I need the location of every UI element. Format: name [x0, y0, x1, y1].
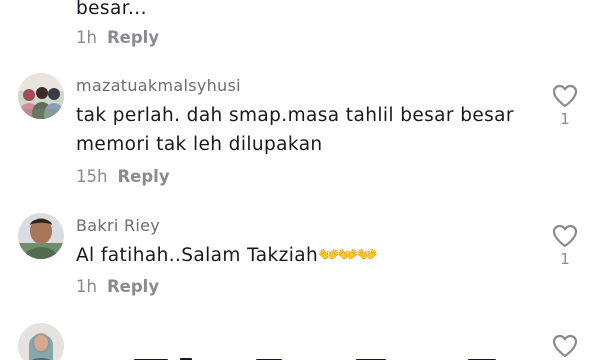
- heart-outline-icon: [552, 224, 578, 248]
- reply-button[interactable]: Reply: [107, 277, 159, 296]
- comment-time: 1h: [76, 28, 97, 47]
- reply-button[interactable]: Reply: [107, 28, 159, 47]
- avatar[interactable]: [18, 73, 64, 119]
- reply-button[interactable]: Reply: [117, 167, 169, 186]
- heart-outline-icon: [552, 84, 578, 108]
- comment-text-body: Al fatihah..Salam Takziah: [76, 245, 319, 266]
- comment-item: besar... 1h Reply: [0, 0, 600, 55]
- like-button[interactable]: 1: [549, 84, 581, 128]
- avatar[interactable]: [18, 323, 64, 360]
- like-count: 1: [560, 110, 570, 128]
- comment-text: Al fatihah..Salam Takziah👐👐👐: [76, 241, 516, 270]
- comment-item: Bakri Riey Al fatihah..Salam Takziah👐👐👐 …: [0, 210, 600, 305]
- comment-username[interactable]: Bakri Riey: [76, 216, 160, 235]
- clap-emoji: 👐👐👐: [318, 245, 377, 265]
- cut-off-text: [134, 358, 496, 360]
- comment-username[interactable]: mazatuakmalsyhusi: [76, 76, 241, 95]
- like-button[interactable]: [549, 334, 581, 358]
- comment-meta: 15h Reply: [76, 167, 170, 186]
- comment-text: tak perlah. dah smap.masa tahlil besar b…: [76, 105, 514, 155]
- avatar[interactable]: [18, 213, 64, 259]
- like-button[interactable]: 1: [549, 224, 581, 268]
- comment-meta: 1h Reply: [76, 277, 159, 296]
- comment-meta: 1h Reply: [76, 28, 159, 47]
- comment-item: mazatuakmalsyhusi tak perlah. dah smap.m…: [0, 70, 600, 195]
- avatar-image: [18, 323, 64, 360]
- comment-list: besar... 1h Reply mazatuakmalsyhusi tak p…: [0, 0, 600, 360]
- avatar-image: [18, 213, 64, 259]
- heart-outline-icon: [552, 334, 578, 358]
- like-count: 1: [560, 250, 570, 268]
- comment-text-partial: [76, 350, 536, 360]
- comment-time: 15h: [76, 167, 108, 186]
- comment-item: [0, 322, 600, 360]
- comment-text: besar...: [76, 0, 147, 19]
- comment-time: 1h: [76, 277, 97, 296]
- avatar-image: [18, 73, 64, 119]
